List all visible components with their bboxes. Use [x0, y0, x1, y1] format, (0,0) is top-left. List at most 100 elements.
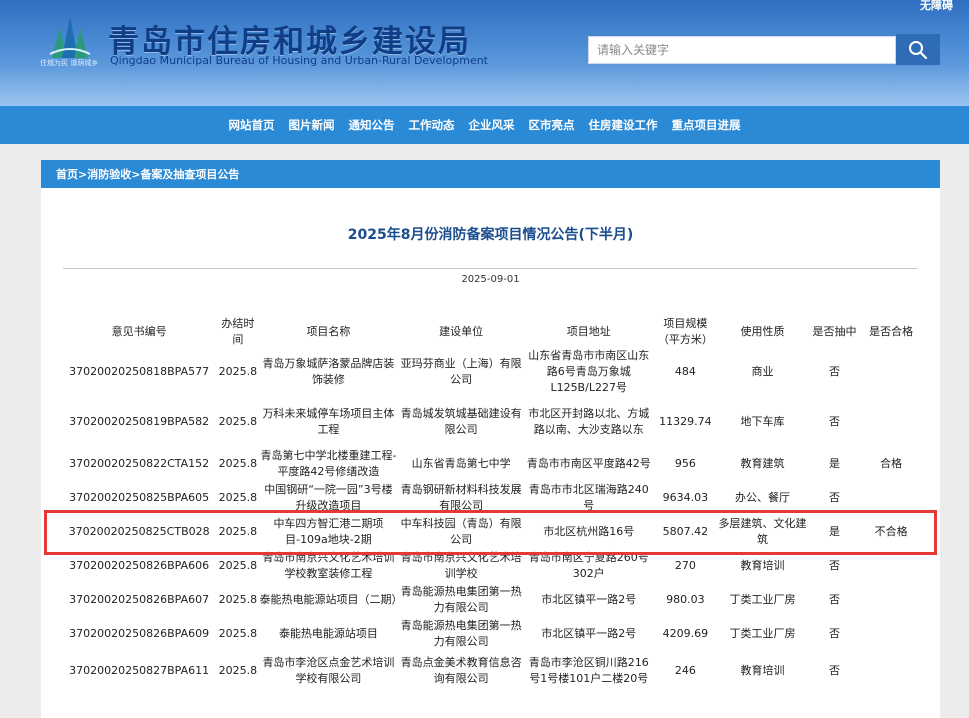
- breadcrumb-fire-acceptance[interactable]: 消防验收: [87, 166, 131, 182]
- table-cell: 否: [829, 593, 841, 606]
- breadcrumb-home[interactable]: 首页: [56, 166, 78, 182]
- table-cell: 2025.8: [218, 593, 258, 606]
- table-cell: 教育培训: [740, 664, 785, 677]
- table-cell: 37020020250826BPA609: [69, 627, 210, 640]
- table-cell: 4209.69: [662, 627, 709, 640]
- table-cell: [862, 651, 920, 691]
- breadcrumb-current[interactable]: 备案及抽查项目公告: [140, 166, 239, 182]
- table-cell: 956: [674, 457, 696, 470]
- table-cell: 市北区杭州路16号: [543, 525, 635, 538]
- column-header: 项目名称: [306, 325, 351, 338]
- table-cell: 市北区开封路以北、方城路以南、大沙支路以东: [528, 406, 650, 436]
- table-cell: 2025.8: [218, 457, 258, 470]
- table-cell: 教育培训: [740, 559, 785, 572]
- breadcrumb-separator: >: [78, 167, 88, 181]
- site-header: 住城为民 谱荫城乡 青岛市住房和城乡建设局 Qingdao Municipal …: [0, 0, 969, 106]
- column-header: 使用性质: [740, 325, 785, 338]
- magnifier-icon: [909, 40, 928, 59]
- logo-slogan: 住城为民 谱荫城乡: [40, 59, 99, 67]
- column-header: 是否合格: [869, 325, 914, 338]
- table-cell: 是: [829, 457, 841, 470]
- table-cell: 山东省青岛第七中学: [411, 457, 511, 470]
- article-panel: 2025年8月份消防备案项目情况公告(下半月) 2025-09-01 意见书编号…: [41, 188, 940, 718]
- table-cell: 不合格: [874, 525, 908, 538]
- column-header: 建设单位: [439, 325, 484, 338]
- table-cell: 2025.8: [218, 365, 258, 378]
- banner-skyline: [0, 66, 969, 106]
- table-cell: 亚玛芬商业（上海）有限公司: [400, 357, 522, 386]
- table-cell: 484: [674, 365, 696, 378]
- search-button[interactable]: [896, 34, 940, 65]
- table-cell: 37020020250825CTB028: [68, 525, 210, 538]
- table-cell: [862, 617, 920, 651]
- nav-item-district-highlights[interactable]: 区市亮点: [529, 117, 575, 133]
- building-logo-icon[interactable]: [48, 14, 92, 60]
- table-row: 37020020250825BPA605 2025.8 中国钢研“一院一园”3号楼升…: [62, 481, 920, 515]
- column-header: 意见书编号: [111, 325, 167, 338]
- table-cell: 37020020250819BPA582: [69, 414, 210, 428]
- table-row: 37020020250819BPA582 2025.8 万科未来城停车场项目主体工程…: [62, 396, 920, 447]
- table-cell: 37020020250822CTA152: [69, 457, 210, 470]
- table-cell: 中车四方智汇港二期项目-109a地块-2期: [273, 517, 384, 546]
- table-cell: [862, 481, 920, 515]
- nav-item-work-news[interactable]: 工作动态: [409, 117, 455, 133]
- table-cell: 是: [829, 525, 841, 538]
- table-cell: 37020020250826BPA607: [69, 593, 210, 606]
- accessibility-link[interactable]: 无障碍: [920, 0, 953, 13]
- table-cell: 青岛能源热电集团第一热力有限公司: [400, 619, 522, 648]
- table-cell: 否: [829, 414, 841, 428]
- table-cell: 青岛市市北区瑞海路240号: [528, 483, 649, 512]
- table-cell: [862, 396, 920, 447]
- table-row: 37020020250822CTA152 2025.8 青岛第七中学北楼重建工程-平…: [62, 447, 920, 481]
- table-cell: 否: [829, 664, 841, 677]
- table-cell: 11329.74: [659, 414, 712, 428]
- table-cell: 980.03: [666, 593, 705, 606]
- table-cell: 2025.8: [218, 491, 258, 504]
- table-cell: 246: [674, 664, 696, 677]
- table-cell: 2025.8: [218, 664, 258, 677]
- column-header: 项目地址: [566, 325, 611, 338]
- table-row: 37020020250825CTB028 2025.8 中车四方智汇港二期项目-10…: [62, 515, 920, 549]
- table-cell: 青岛钢研新材料科技发展有限公司: [400, 483, 522, 512]
- table-cell: 37020020250826BPA606: [69, 559, 210, 572]
- nav-item-photo-news[interactable]: 图片新闻: [289, 117, 335, 133]
- table-cell: 中国钢研“一院一园”3号楼升级改造项目: [264, 483, 393, 512]
- table-row: 37020020250827BPA611 2025.8 青岛市李沧区点金艺术培训学校…: [62, 651, 920, 691]
- table-cell: 9634.03: [662, 491, 709, 504]
- table-cell: 5807.42: [662, 525, 709, 538]
- table-cell: 地下车库: [740, 414, 785, 428]
- table-cell: 山东省青岛市市南区山东路6号青岛万象城L125B/L227号: [528, 349, 650, 394]
- table-cell: 否: [829, 491, 841, 504]
- table-cell: [862, 348, 920, 396]
- table-cell: 丁类工业厂房: [729, 593, 796, 606]
- main-nav: 网站首页 图片新闻 通知公告 工作动态 企业风采 区市亮点 住房建设工作 重点项…: [0, 106, 969, 144]
- table-cell: 商业: [751, 365, 774, 378]
- table-row: 37020020250826BPA607 2025.8 泰能热电能源站项目（二期）青…: [62, 583, 920, 617]
- table-cell: 37020020250818BPA577: [69, 365, 210, 378]
- table-cell: 青岛城发筑城基础建设有限公司: [400, 406, 522, 436]
- table-cell: 青岛点金美术教育信息咨询有限公司: [400, 656, 522, 685]
- nav-item-notices[interactable]: 通知公告: [349, 117, 395, 133]
- table-cell: 37020020250827BPA611: [69, 664, 210, 677]
- nav-item-key-projects[interactable]: 重点项目进展: [672, 117, 741, 133]
- table-row: 37020020250818BPA577 2025.8 青岛万象城萨洛蒙品牌店装饰装…: [62, 348, 920, 396]
- breadcrumb: 首页 > 消防验收 > 备案及抽查项目公告: [41, 160, 940, 188]
- search-input[interactable]: [588, 36, 896, 64]
- nav-item-enterprise[interactable]: 企业风采: [469, 117, 515, 133]
- table-cell: 270: [674, 559, 696, 572]
- nav-item-home[interactable]: 网站首页: [229, 117, 275, 133]
- records-table: 意见书编号 办结时间 项目名称 建设单位 项目地址 项目规模（平方米） 使用性质…: [62, 316, 920, 691]
- table-cell: 青岛万象城萨洛蒙品牌店装饰装修: [262, 357, 395, 386]
- table-cell: 青岛市李沧区铜川路216号1号楼101户二楼20号: [528, 656, 649, 685]
- table-cell: 青岛市李沧区点金艺术培训学校有限公司: [262, 656, 395, 685]
- table-cell: 2025.8: [218, 559, 258, 572]
- table-row: 37020020250826BPA606 2025.8 青岛市南京兴文化艺术培训学校…: [62, 549, 920, 583]
- table-cell: 青岛市市南区平度路42号: [526, 457, 651, 470]
- nav-item-housing-work[interactable]: 住房建设工作: [589, 117, 658, 133]
- table-cell: 办公、餐厅: [735, 491, 791, 504]
- table-cell: 多层建筑、文化建筑: [718, 517, 807, 546]
- table-cell: 丁类工业厂房: [729, 627, 796, 640]
- table-cell: 泰能热电能源站项目（二期）: [259, 593, 398, 606]
- table-row: 37020020250826BPA609 2025.8 泰能热电能源站项目 青岛能源热…: [62, 617, 920, 651]
- table-cell: [862, 549, 920, 583]
